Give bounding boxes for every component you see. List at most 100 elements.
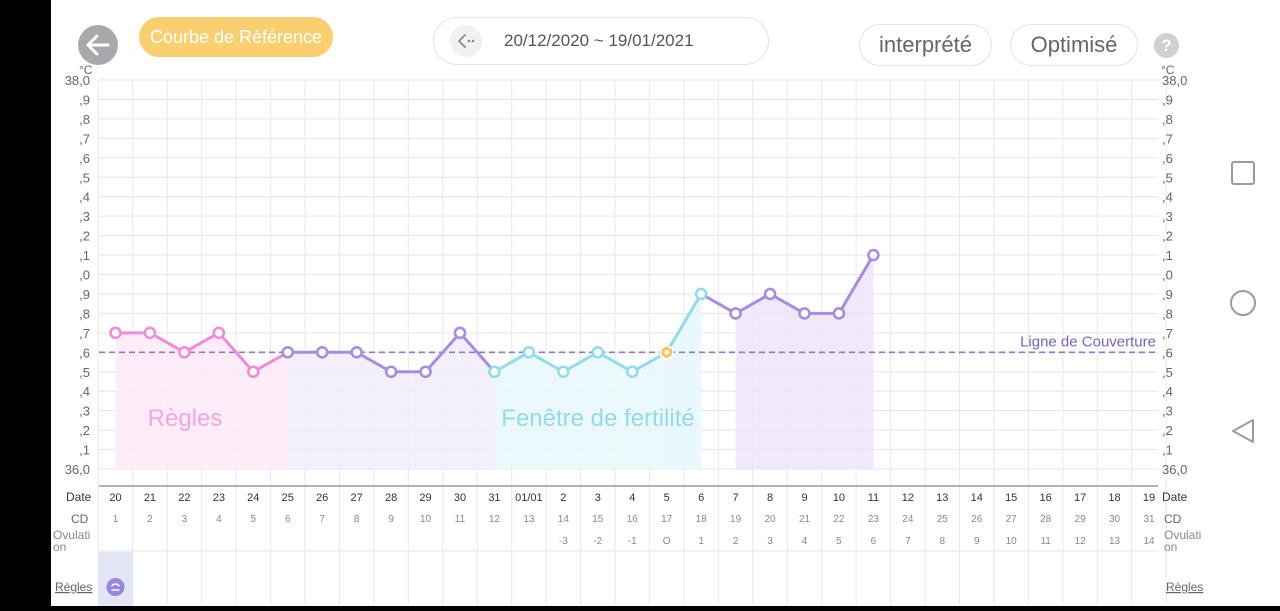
cd-label: 12 <box>489 514 501 525</box>
y-tick-label-left: ,8 <box>79 112 90 127</box>
cd-label: 15 <box>592 514 604 525</box>
row-label-date: Date <box>66 490 92 504</box>
y-tick-label-left: ,7 <box>79 326 90 341</box>
date-label: 10 <box>833 492 845 504</box>
date-label: 29 <box>419 492 431 504</box>
ovulation-day-label: 9 <box>974 536 980 547</box>
temperature-point <box>729 307 742 320</box>
cd-label: 1 <box>113 514 119 525</box>
temperature-chart: Ligne de Couverture Règles Fenêtre de fert… <box>53 63 1203 606</box>
cd-label: 14 <box>558 514 570 525</box>
row-label-ovulation: on <box>53 540 66 554</box>
ovulation-day-label: 1 <box>698 536 704 547</box>
temperature-point <box>350 345 363 359</box>
temperature-point <box>625 365 639 379</box>
recent-apps-icon[interactable] <box>1231 161 1255 185</box>
y-tick-label-left: 36,0 <box>65 462 90 477</box>
temperature-point <box>832 307 846 320</box>
y-tick-label-right: ,3 <box>1162 209 1173 224</box>
temperature-point <box>419 365 432 379</box>
ovulation-day-label: -3 <box>559 536 568 547</box>
temperature-point <box>212 326 226 340</box>
nav-icons <box>1230 161 1256 443</box>
temperature-point <box>247 365 260 379</box>
date-label: 6 <box>698 492 704 504</box>
date-label: 8 <box>767 492 773 504</box>
cd-label: 8 <box>354 514 360 525</box>
row-label-regles-right: Règles <box>1166 580 1203 594</box>
cd-label: 7 <box>319 514 325 525</box>
ovulation-day-label: 7 <box>905 536 911 547</box>
cd-label: 18 <box>696 514 708 525</box>
date-label: 5 <box>664 492 670 504</box>
y-tick-label-left: ,8 <box>79 306 90 321</box>
cd-label: 6 <box>285 514 291 525</box>
y-tick-label-left: ,6 <box>79 151 90 166</box>
date-label: 13 <box>936 492 948 504</box>
date-label: 17 <box>1074 492 1086 504</box>
home-icon[interactable] <box>1230 290 1256 316</box>
y-tick-label-left: ,4 <box>79 384 90 399</box>
cd-label: 16 <box>627 514 639 525</box>
cd-label: 5 <box>251 514 257 525</box>
cd-label: 31 <box>1143 514 1155 525</box>
cd-label: 2 <box>147 514 153 525</box>
date-label: 7 <box>733 492 739 504</box>
ovulation-day-label: -1 <box>628 536 637 547</box>
date-label: 22 <box>178 492 190 504</box>
y-tick-label-right: 36,0 <box>1162 462 1187 477</box>
cd-label: 25 <box>937 514 949 525</box>
y-tick-label-right: ,5 <box>1162 365 1173 380</box>
ovulation-day-label: 2 <box>733 536 739 547</box>
ovulation-day-label: 11 <box>1040 536 1051 547</box>
temperature-point <box>143 326 157 340</box>
ovulation-day-label: 10 <box>1006 536 1018 547</box>
ovulation-day-label: 5 <box>836 536 842 547</box>
cd-label: 23 <box>868 514 880 525</box>
ovulation-point-center <box>664 350 669 355</box>
date-label: 19 <box>1143 492 1155 504</box>
cd-label: 11 <box>455 514 466 525</box>
phase-label-regles: Règles <box>148 405 223 432</box>
date-label: 2 <box>560 492 566 504</box>
cd-label: 28 <box>1040 514 1052 525</box>
cd-label: 9 <box>388 514 394 525</box>
y-tick-label-right: 38,0 <box>1162 73 1187 88</box>
row-label-regles: Règles <box>55 580 92 594</box>
y-tick-label-left: ,9 <box>79 287 90 302</box>
y-tick-label-right: ,6 <box>1162 151 1173 166</box>
back-nav-icon[interactable] <box>1232 419 1254 443</box>
cd-label: 3 <box>182 514 188 525</box>
y-tick-label-right: ,1 <box>1162 443 1173 458</box>
ovulation-day-label: 6 <box>871 536 877 547</box>
temperature-point <box>384 365 398 379</box>
ovulation-day-label: O <box>663 536 671 547</box>
temperature-point <box>694 287 708 301</box>
y-tick-label-left: ,6 <box>79 345 90 360</box>
cd-label: 19 <box>730 514 742 525</box>
coverline-label: Ligne de Couverture <box>1020 333 1156 350</box>
date-label: 4 <box>629 492 635 504</box>
ovulation-day-label: 8 <box>940 536 946 547</box>
y-tick-label-left: ,5 <box>79 365 90 380</box>
date-label: 14 <box>971 492 983 504</box>
date-label: 9 <box>801 492 807 504</box>
y-tick-label-right: ,7 <box>1162 326 1173 341</box>
date-label: 18 <box>1108 492 1120 504</box>
phase-fill <box>115 332 288 469</box>
date-label: 26 <box>316 492 328 504</box>
y-tick-label-right: ,2 <box>1162 229 1173 244</box>
y-tick-label-left: ,2 <box>79 229 90 244</box>
y-tick-label-right: ,5 <box>1162 170 1173 185</box>
date-label: 31 <box>488 492 500 504</box>
system-nav-bar <box>1206 0 1280 606</box>
y-tick-label-right: ,4 <box>1162 190 1173 205</box>
cd-label: 21 <box>799 514 811 525</box>
cd-label: 17 <box>661 514 673 525</box>
temperature-point <box>109 326 122 340</box>
temperature-point <box>281 345 295 359</box>
y-tick-label-left: ,4 <box>79 190 90 205</box>
temperature-point <box>178 345 191 359</box>
temperature-point <box>763 287 777 301</box>
row-label-date-right: Date <box>1162 490 1188 504</box>
